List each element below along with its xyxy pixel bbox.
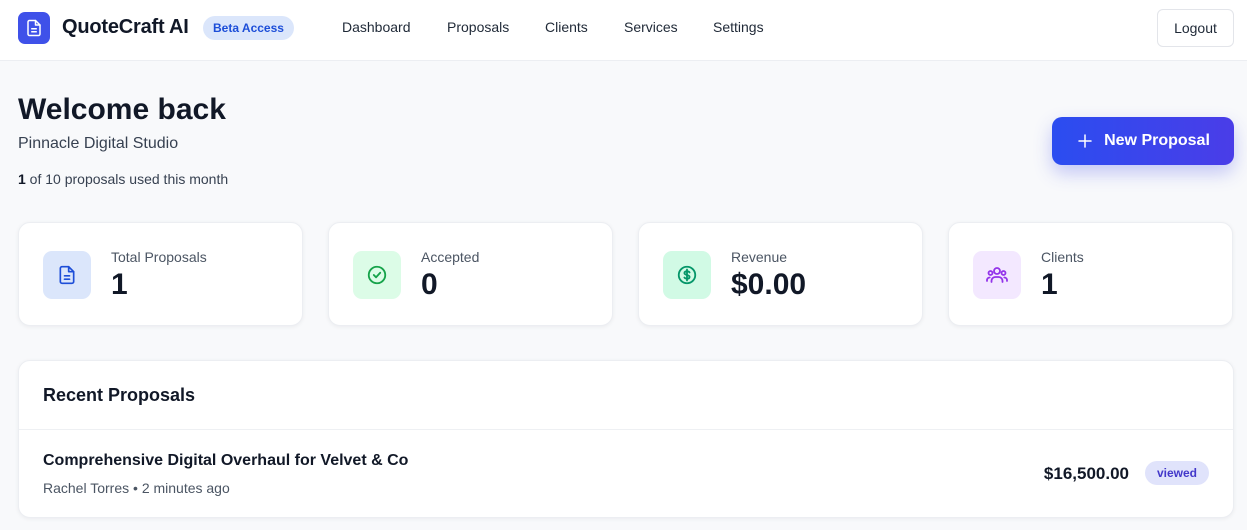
- page-title: Welcome back: [18, 93, 226, 126]
- logout-button[interactable]: Logout: [1157, 9, 1234, 47]
- status-badge: viewed: [1144, 461, 1209, 485]
- check-circle-icon: [367, 265, 387, 285]
- stat-value: $0.00: [731, 268, 807, 301]
- new-proposal-button[interactable]: New Proposal: [1052, 117, 1234, 165]
- stat-icon-wrapper: [663, 251, 711, 299]
- stat-value: 1: [1041, 268, 1058, 301]
- document-icon: [59, 265, 75, 285]
- proposal-amount: $16,500.00: [1043, 464, 1129, 483]
- new-proposal-label: New Proposal: [1104, 132, 1210, 149]
- stat-card-revenue: Revenue $0.00: [638, 222, 923, 326]
- app-name: QuoteCraft AI: [62, 16, 189, 38]
- stat-label: Clients: [1041, 249, 1084, 265]
- proposal-time: 2 minutes ago: [141, 480, 230, 496]
- stat-value: 0: [421, 268, 438, 301]
- dollar-circle-icon: [677, 265, 697, 285]
- nav-services[interactable]: Services: [624, 19, 678, 35]
- recent-proposals-panel: Recent Proposals Comprehensive Digital O…: [18, 360, 1234, 518]
- usage-count: 1: [18, 171, 26, 187]
- recent-proposals-title: Recent Proposals: [43, 385, 196, 405]
- usage-text: of 10 proposals used this month: [25, 171, 229, 187]
- nav-clients[interactable]: Clients: [545, 19, 588, 35]
- stat-card-total-proposals: Total Proposals 1: [18, 222, 303, 326]
- stat-card-accepted: Accepted 0: [328, 222, 613, 326]
- proposal-title: Comprehensive Digital Overhaul for Velve…: [43, 452, 409, 469]
- proposal-row[interactable]: Comprehensive Digital Overhaul for Velve…: [19, 430, 1233, 518]
- nav-dashboard[interactable]: Dashboard: [342, 19, 411, 35]
- organization-name: Pinnacle Digital Studio: [18, 135, 179, 152]
- stat-value: 1: [111, 268, 128, 301]
- nav-settings[interactable]: Settings: [713, 19, 764, 35]
- proposal-client: Rachel Torres: [43, 480, 130, 496]
- app-logo[interactable]: [18, 12, 50, 44]
- stat-icon-wrapper: [43, 251, 91, 299]
- nav-proposals[interactable]: Proposals: [447, 19, 509, 35]
- stat-label: Revenue: [731, 249, 788, 265]
- document-icon: [27, 19, 41, 37]
- stat-label: Accepted: [421, 249, 480, 265]
- stat-icon-wrapper: [353, 251, 401, 299]
- stat-icon-wrapper: [973, 251, 1021, 299]
- plus-icon: [1078, 134, 1092, 148]
- stat-label: Total Proposals: [111, 249, 207, 265]
- proposal-meta: Rachel Torres • 2 minutes ago: [43, 480, 230, 496]
- top-navbar: QuoteCraft AI Beta Access Dashboard Prop…: [0, 0, 1247, 61]
- usage-indicator: 1 of 10 proposals used this month: [18, 171, 228, 187]
- beta-badge: Beta Access: [203, 16, 294, 40]
- stat-card-clients: Clients 1: [948, 222, 1233, 326]
- users-icon: [986, 267, 1008, 283]
